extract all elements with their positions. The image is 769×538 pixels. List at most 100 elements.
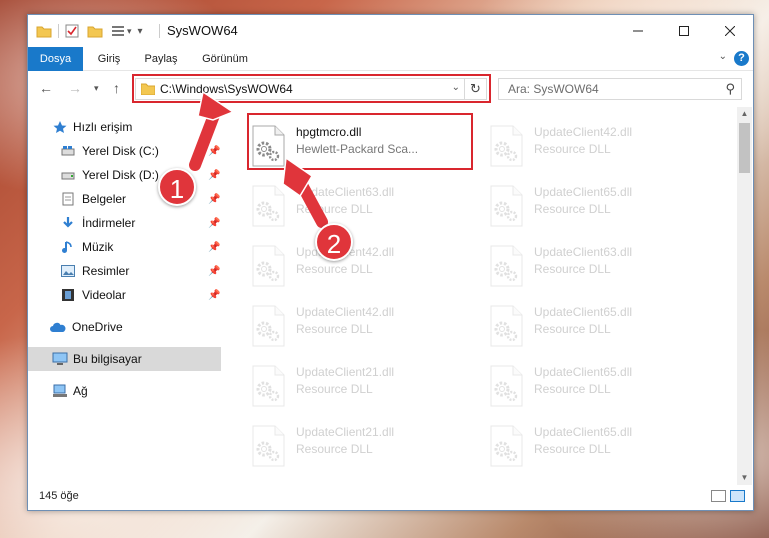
file-item[interactable]: UpdateClient21.dll Resource DLL (245, 415, 470, 471)
sidebar-item-onedrive[interactable]: OneDrive (28, 315, 221, 339)
pin-icon[interactable]: 📌 (208, 170, 220, 181)
sidebar-item-label: Belgeler (82, 192, 127, 206)
computer-icon (52, 351, 68, 367)
file-name: UpdateClient42.dll (296, 305, 395, 319)
quick-access-toolbar: ▾ ▾ (36, 23, 143, 39)
pin-icon[interactable]: 📌 (208, 146, 220, 157)
scrollbar-thumb[interactable] (739, 123, 750, 173)
details-view-icon[interactable] (711, 490, 726, 502)
file-name: UpdateClient42.dll (534, 125, 633, 139)
sidebar-item-videos[interactable]: Videolar 📌 (28, 283, 221, 307)
chevron-down-icon[interactable]: ▾ (127, 26, 132, 37)
tiles-view-icon[interactable] (730, 490, 745, 502)
file-description: Resource DLL (534, 322, 611, 336)
file-name: UpdateClient63.dll (296, 185, 395, 199)
file-item[interactable]: UpdateClient42.dll Resource DLL (483, 115, 708, 171)
sidebar-item-label: Resimler (82, 264, 130, 278)
pin-icon[interactable]: 📌 (208, 194, 220, 205)
sidebar-item-music[interactable]: Müzik 📌 (28, 235, 221, 259)
help-icon[interactable]: ? (734, 51, 749, 66)
highlight-box-file (247, 113, 473, 170)
scroll-up-arrow-icon[interactable]: ▲ (737, 107, 752, 121)
file-name: UpdateClient65.dll (534, 365, 633, 379)
tab-home[interactable]: Giriş (87, 47, 131, 71)
dll-file-icon (252, 425, 285, 467)
file-item[interactable]: UpdateClient42.dllResource DLL (245, 235, 470, 291)
vertical-scrollbar[interactable]: ▲ ▼ (737, 107, 752, 485)
sidebar-item-network[interactable]: Ağ (28, 379, 221, 403)
network-icon (52, 383, 68, 399)
close-icon (725, 26, 735, 36)
scroll-down-arrow-icon[interactable]: ▼ (737, 471, 752, 485)
sidebar-item-label: OneDrive (72, 320, 123, 334)
tab-share[interactable]: Paylaş (137, 47, 185, 71)
tab-view[interactable]: Görünüm (194, 47, 256, 71)
tab-file[interactable]: Dosya (28, 47, 83, 71)
sidebar-item-pictures[interactable]: Resimler 📌 (28, 259, 221, 283)
close-button[interactable] (707, 15, 753, 47)
documents-icon (60, 191, 76, 207)
file-item[interactable]: UpdateClient63.dll Resource DLL (483, 235, 708, 291)
maximize-button[interactable] (661, 15, 707, 47)
dll-file-icon (490, 185, 523, 227)
search-box[interactable]: Ara: SysWOW64 ⚲ (498, 78, 742, 100)
navigation-bar: ← → ▾ ↑ C:\Windows\SysWOW64 ⌄ ↻ Ara: Sys… (28, 71, 753, 105)
minimize-button[interactable] (615, 15, 661, 47)
file-item[interactable]: UpdateClient65.dll Resource DLL (483, 295, 708, 351)
dll-file-icon (252, 245, 285, 287)
chevron-down-icon[interactable]: ⌄ (719, 51, 727, 62)
sidebar-item-downloads[interactable]: İndirmeler 📌 (28, 211, 221, 235)
sidebar-item-this-pc[interactable]: Bu bilgisayar (28, 347, 221, 371)
sidebar-item-label: İndirmeler (82, 216, 136, 230)
window-title: SysWOW64 (167, 23, 238, 38)
file-name: UpdateClient65.dll (534, 185, 633, 199)
dll-file-icon (490, 305, 523, 347)
sidebar-item-label: Yerel Disk (C:) (82, 144, 159, 158)
file-item[interactable]: UpdateClient65.dll Resource DLL (483, 175, 708, 231)
minimize-icon (633, 30, 643, 32)
new-folder-icon[interactable] (87, 24, 103, 38)
file-item[interactable]: UpdateClient65.dll Resource DLL (483, 415, 708, 471)
pictures-icon (60, 263, 76, 279)
file-item[interactable]: UpdateClient65.dll Resource DLL (483, 355, 708, 411)
sidebar-item-quick-access[interactable]: Hızlı erişim (28, 115, 221, 139)
search-icon: ⚲ (725, 81, 735, 96)
download-icon (60, 215, 76, 231)
dll-file-icon (490, 125, 523, 167)
forward-arrow-icon[interactable]: → (68, 80, 82, 96)
sidebar-item-label: Hızlı erişim (73, 120, 133, 134)
search-input[interactable]: Ara: SysWOW64 (508, 82, 599, 96)
drive-icon (60, 167, 76, 183)
sidebar-item-label: Videolar (82, 288, 126, 302)
navigation-pane: Hızlı erişim Yerel Disk (C:) 📌 Yerel Dis… (28, 107, 221, 487)
divider (159, 24, 160, 38)
pin-icon[interactable]: 📌 (208, 218, 220, 229)
properties-icon[interactable] (65, 24, 79, 38)
dll-file-icon (490, 425, 523, 467)
dll-file-icon (252, 365, 285, 407)
customize-icon[interactable] (111, 24, 125, 38)
title-bar: ▾ ▾ SysWOW64 (28, 15, 753, 47)
qa-dropdown-icon[interactable]: ▾ (138, 26, 143, 37)
file-description: Resource DLL (534, 262, 611, 276)
back-arrow-icon[interactable]: ← (39, 80, 53, 96)
sidebar-item-label: Ağ (73, 384, 88, 398)
pin-icon[interactable]: 📌 (208, 242, 220, 253)
file-name: UpdateClient65.dll (534, 305, 633, 319)
dll-file-icon (490, 245, 523, 287)
recent-locations-icon[interactable]: ▾ (94, 83, 99, 94)
file-item[interactable]: UpdateClient21.dll Resource DLL (245, 355, 470, 411)
callout-badge-1: 1 (158, 168, 196, 206)
file-description: Resource DLL (534, 142, 611, 156)
pin-icon[interactable]: 📌 (208, 266, 220, 277)
sidebar-item-label: Müzik (82, 240, 114, 254)
file-item[interactable]: UpdateClient42.dllResource DLL (245, 295, 470, 351)
up-arrow-icon[interactable]: ↑ (113, 80, 120, 96)
file-name: UpdateClient65.dll (534, 425, 633, 439)
sidebar-item-drive-c[interactable]: Yerel Disk (C:) 📌 (28, 139, 221, 163)
dll-file-icon (490, 365, 523, 407)
pin-icon[interactable]: 📌 (208, 290, 220, 301)
file-description: Resource DLL (534, 202, 611, 216)
star-icon (52, 119, 68, 135)
file-item[interactable]: UpdateClient63.dll Resource DLL (245, 175, 470, 231)
